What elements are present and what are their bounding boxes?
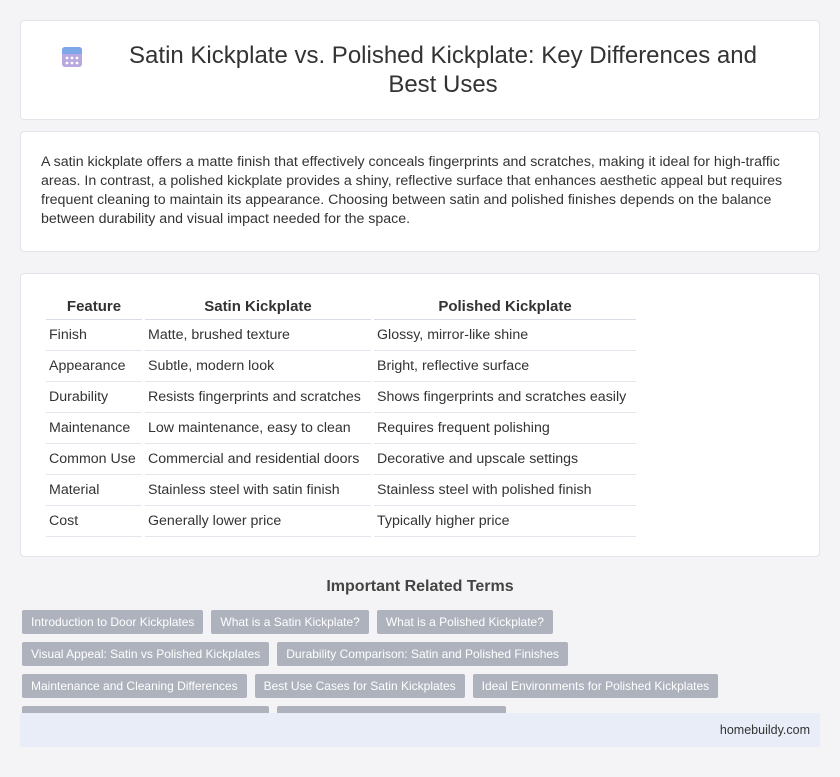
table-cell-feature: Finish — [46, 320, 142, 351]
title-card: Satin Kickplate vs. Polished Kickplate: … — [20, 20, 820, 120]
table-cell-polished: Typically higher price — [374, 506, 636, 537]
table-cell-feature: Material — [46, 475, 142, 506]
table-cell-satin: Low maintenance, easy to clean — [145, 413, 371, 444]
related-term-tag[interactable]: Maintenance and Cleaning Differences — [22, 674, 247, 698]
calculator-icon — [62, 47, 82, 67]
related-term-tag[interactable]: Ideal Environments for Polished Kickplat… — [472, 674, 719, 698]
table-cell-satin: Stainless steel with satin finish — [145, 475, 371, 506]
table-row: Maintenance Low maintenance, easy to cle… — [46, 413, 636, 444]
table-cell-satin: Subtle, modern look — [145, 351, 371, 382]
table-cell-polished: Bright, reflective surface — [374, 351, 636, 382]
comparison-table: Feature Satin Kickplate Polished Kickpla… — [43, 294, 639, 537]
comparison-card: Feature Satin Kickplate Polished Kickpla… — [20, 273, 820, 557]
header-satin-kickplate: Satin Kickplate — [145, 294, 371, 320]
page-title: Satin Kickplate vs. Polished Kickplate: … — [129, 42, 757, 98]
related-term-tag[interactable]: What is a Satin Kickplate? — [211, 610, 369, 634]
header-polished-kickplate: Polished Kickplate — [374, 294, 636, 320]
related-term-tag[interactable]: What is a Polished Kickplate? — [376, 610, 553, 634]
table-cell-polished: Stainless steel with polished finish — [374, 475, 636, 506]
table-row: Finish Matte, brushed texture Glossy, mi… — [46, 320, 636, 351]
table-row: Common Use Commercial and residential do… — [46, 444, 636, 475]
intro-card: A satin kickplate offers a matte finish … — [20, 131, 820, 252]
table-cell-feature: Appearance — [46, 351, 142, 382]
footer-site-name: homebuildy.com — [719, 723, 810, 737]
table-cell-satin: Generally lower price — [145, 506, 371, 537]
related-term-tag[interactable]: Best Use Cases for Satin Kickplates — [254, 674, 465, 698]
intro-paragraph: A satin kickplate offers a matte finish … — [41, 154, 783, 227]
table-cell-feature: Cost — [46, 506, 142, 537]
table-cell-feature: Maintenance — [46, 413, 142, 444]
table-row: Material Stainless steel with satin fini… — [46, 475, 636, 506]
table-header-row: Feature Satin Kickplate Polished Kickpla… — [46, 294, 636, 320]
related-terms-heading: Important Related Terms — [326, 578, 514, 595]
related-term-tag[interactable]: Visual Appeal: Satin vs Polished Kickpla… — [22, 642, 270, 666]
header-feature: Feature — [46, 294, 142, 320]
related-term-tag[interactable]: Introduction to Door Kickplates — [22, 610, 204, 634]
table-cell-polished: Requires frequent polishing — [374, 413, 636, 444]
table-row: Cost Generally lower price Typically hig… — [46, 506, 636, 537]
table-cell-satin: Resists fingerprints and scratches — [145, 382, 371, 413]
footer: homebuildy.com — [20, 713, 820, 747]
table-row: Durability Resists fingerprints and scra… — [46, 382, 636, 413]
table-cell-feature: Durability — [46, 382, 142, 413]
related-term-tag[interactable]: Durability Comparison: Satin and Polishe… — [277, 642, 569, 666]
title-wrapper: Satin Kickplate vs. Polished Kickplate: … — [21, 21, 819, 119]
table-cell-satin: Matte, brushed texture — [145, 320, 371, 351]
table-cell-satin: Commercial and residential doors — [145, 444, 371, 475]
table-row: Appearance Subtle, modern look Bright, r… — [46, 351, 636, 382]
title-row: Satin Kickplate vs. Polished Kickplate: … — [60, 41, 780, 99]
table-cell-polished: Decorative and upscale settings — [374, 444, 636, 475]
table-cell-polished: Shows fingerprints and scratches easily — [374, 382, 636, 413]
table-cell-polished: Glossy, mirror-like shine — [374, 320, 636, 351]
table-cell-feature: Common Use — [46, 444, 142, 475]
